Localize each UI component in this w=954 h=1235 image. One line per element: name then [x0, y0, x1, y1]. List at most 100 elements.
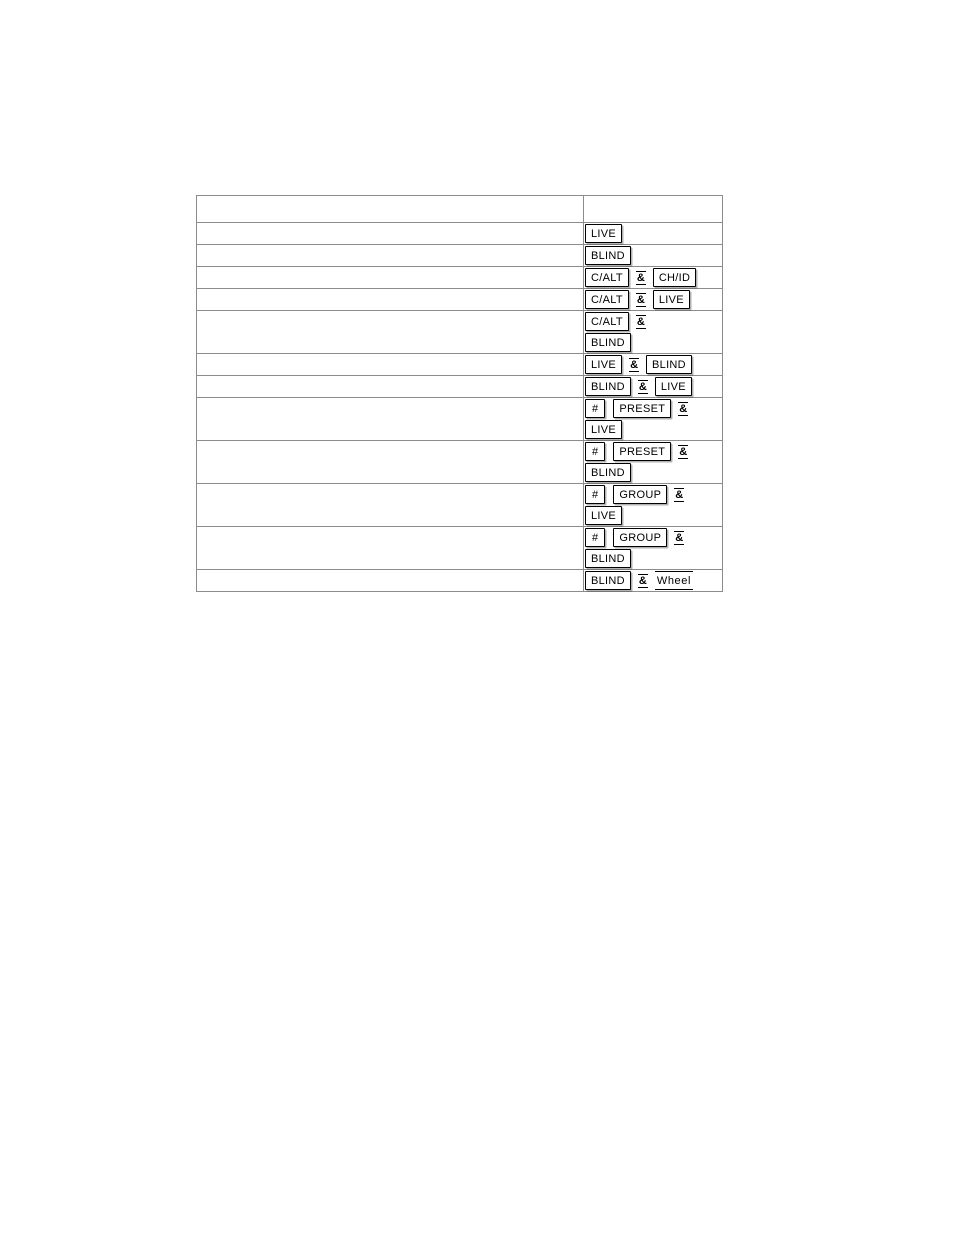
ampersand-separator: & — [635, 292, 646, 307]
control-label-wheel[interactable]: Wheel — [654, 571, 694, 591]
table-header — [196, 195, 723, 223]
table-row: BLIND & Wheel — [196, 569, 723, 592]
row-description-text — [197, 354, 583, 355]
table-row: LIVE — [196, 222, 723, 245]
header-label-keys — [584, 196, 722, 220]
ampersand-separator: & — [674, 487, 685, 502]
row-description-cell — [196, 353, 584, 376]
row-keys-cell: BLIND & Wheel — [583, 569, 723, 592]
key-sequence-line: # PRESET & — [584, 441, 722, 462]
row-keys-cell: # PRESET & BLIND — [583, 440, 723, 484]
row-keys-cell: C/ALT & LIVE — [583, 288, 723, 311]
key-button-[interactable]: # — [585, 528, 606, 548]
key-sequence-line: BLIND — [584, 462, 722, 483]
row-description-cell — [196, 266, 584, 289]
header-label-description — [197, 196, 583, 220]
key-button-group[interactable]: GROUP — [613, 528, 668, 548]
key-button-c-alt[interactable]: C/ALT — [585, 312, 629, 332]
key-sequence-line: LIVE — [584, 419, 722, 440]
ampersand-separator: & — [678, 444, 689, 459]
key-button-group[interactable]: GROUP — [613, 485, 668, 505]
key-sequence-line: BLIND — [584, 548, 722, 569]
key-sequence-line: BLIND — [584, 332, 722, 353]
key-button-preset[interactable]: PRESET — [613, 399, 672, 419]
key-sequence-line: BLIND & LIVE — [584, 376, 722, 397]
row-description-text — [197, 441, 583, 442]
key-button-blind[interactable]: BLIND — [585, 377, 631, 397]
row-description-cell — [196, 222, 584, 245]
key-command-table: LIVE BLIND C/ALT & CH/ID C/ALT & LIVE C/ALT & BLIN… — [196, 195, 723, 592]
row-description-cell — [196, 375, 584, 398]
table-header-cell-description — [196, 195, 584, 223]
row-description-cell — [196, 310, 584, 354]
ampersand-separator: & — [637, 379, 648, 394]
row-description-cell — [196, 526, 584, 570]
ampersand-separator: & — [637, 573, 648, 588]
row-description-text — [197, 311, 583, 312]
key-button-c-alt[interactable]: C/ALT — [585, 268, 629, 288]
key-button-live[interactable]: LIVE — [585, 224, 623, 244]
key-button-live[interactable]: LIVE — [654, 377, 692, 397]
key-button-blind[interactable]: BLIND — [585, 571, 631, 591]
row-description-text — [197, 398, 583, 399]
key-button-live[interactable]: LIVE — [585, 420, 623, 440]
key-button-live[interactable]: LIVE — [652, 290, 690, 310]
row-keys-cell: C/ALT & BLIND — [583, 310, 723, 354]
key-button-c-alt[interactable]: C/ALT — [585, 290, 629, 310]
table-header-cell-keys — [583, 195, 723, 223]
ampersand-separator: & — [635, 270, 646, 285]
table-row: C/ALT & BLIND — [196, 310, 723, 354]
row-keys-cell: LIVE & BLIND — [583, 353, 723, 376]
document-page: LIVE BLIND C/ALT & CH/ID C/ALT & LIVE C/ALT & BLIN… — [0, 0, 954, 1235]
table-row: # PRESET & BLIND — [196, 440, 723, 484]
row-description-text — [197, 376, 583, 377]
key-button-ch-id[interactable]: CH/ID — [652, 268, 697, 288]
table-row: # GROUP & BLIND — [196, 526, 723, 570]
key-button-blind[interactable]: BLIND — [585, 549, 631, 569]
key-sequence-line: LIVE — [584, 223, 722, 244]
row-keys-cell: # PRESET & LIVE — [583, 397, 723, 441]
key-button-blind[interactable]: BLIND — [585, 333, 631, 353]
key-sequence-line: # PRESET & — [584, 398, 722, 419]
row-description-text — [197, 484, 583, 485]
key-button-blind[interactable]: BLIND — [646, 355, 692, 375]
key-button-preset[interactable]: PRESET — [613, 442, 672, 462]
row-description-cell — [196, 440, 584, 484]
row-description-cell — [196, 397, 584, 441]
table-row: C/ALT & CH/ID — [196, 266, 723, 289]
row-description-text — [197, 223, 583, 224]
row-keys-cell: C/ALT & CH/ID — [583, 266, 723, 289]
key-button-live[interactable]: LIVE — [585, 506, 623, 526]
ampersand-separator: & — [635, 314, 646, 329]
row-description-cell — [196, 483, 584, 527]
key-button-[interactable]: # — [585, 485, 606, 505]
table-row: LIVE & BLIND — [196, 353, 723, 376]
row-description-text — [197, 245, 583, 246]
ampersand-separator: & — [629, 357, 640, 372]
key-button-blind[interactable]: BLIND — [585, 246, 631, 266]
key-button-[interactable]: # — [585, 442, 606, 462]
ampersand-separator: & — [678, 401, 689, 416]
row-keys-cell: # GROUP & BLIND — [583, 526, 723, 570]
key-sequence-line: C/ALT & — [584, 311, 722, 332]
key-sequence-line: C/ALT & CH/ID — [584, 267, 722, 288]
key-sequence-line: BLIND — [584, 245, 722, 266]
row-description-text — [197, 267, 583, 268]
key-button-[interactable]: # — [585, 399, 606, 419]
key-sequence-line: LIVE & BLIND — [584, 354, 722, 375]
table-row: C/ALT & LIVE — [196, 288, 723, 311]
table-row: # PRESET & LIVE — [196, 397, 723, 441]
row-keys-cell: # GROUP & LIVE — [583, 483, 723, 527]
ampersand-separator: & — [674, 530, 685, 545]
key-sequence-line: C/ALT & LIVE — [584, 289, 722, 310]
key-button-blind[interactable]: BLIND — [585, 463, 631, 483]
row-description-text — [197, 570, 583, 571]
table-header-row — [196, 195, 723, 223]
row-description-text — [197, 527, 583, 528]
row-description-cell — [196, 569, 584, 592]
row-description-cell — [196, 288, 584, 311]
row-description-text — [197, 289, 583, 290]
key-button-live[interactable]: LIVE — [585, 355, 623, 375]
row-keys-cell: BLIND & LIVE — [583, 375, 723, 398]
row-keys-cell: LIVE — [583, 222, 723, 245]
